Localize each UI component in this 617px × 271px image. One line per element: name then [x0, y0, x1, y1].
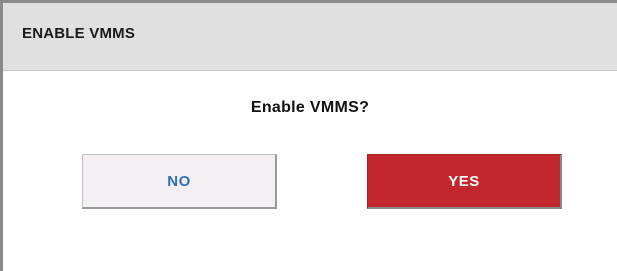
yes-button[interactable]: YES — [367, 154, 562, 209]
no-button[interactable]: NO — [82, 154, 277, 209]
dialog-title-bar: ENABLE VMMS — [3, 3, 617, 71]
yes-button-label: YES — [448, 172, 480, 190]
dialog-title: ENABLE VMMS — [22, 25, 136, 42]
dialog-prompt: Enable VMMS? — [250, 99, 370, 116]
no-button-label: NO — [167, 172, 191, 190]
enable-vmms-dialog: ENABLE VMMS Enable VMMS? NO YES — [0, 0, 617, 271]
